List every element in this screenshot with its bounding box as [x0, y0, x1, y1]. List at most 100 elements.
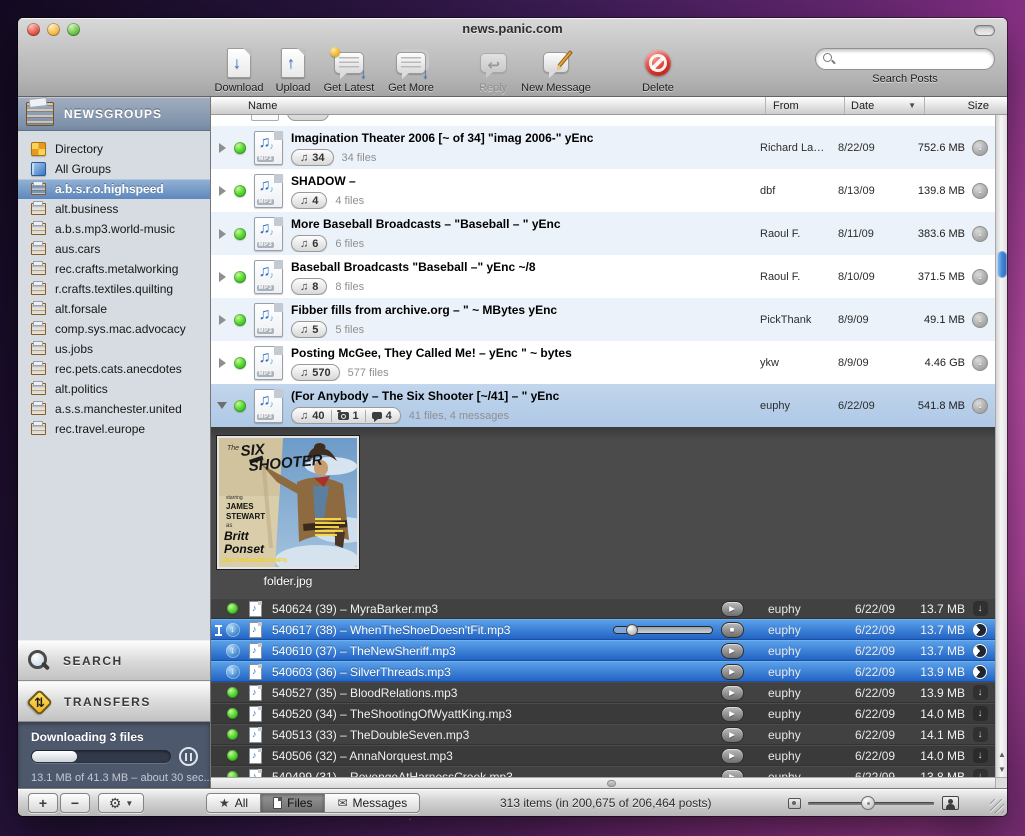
folder-jpg-thumbnail[interactable]: The SIX SHOOTER starring JAMES STEWART a… [217, 436, 359, 569]
attachment-count-badge[interactable]: ♫40 1 4 [291, 407, 401, 424]
add-button[interactable]: + [28, 793, 58, 813]
sidebar-newsgroup-item[interactable]: Directory [18, 139, 210, 159]
play-button[interactable]: ▶ [721, 685, 744, 701]
horizontal-scrollbar[interactable] [211, 777, 995, 788]
scroll-down-button[interactable]: ▼ [996, 762, 1007, 777]
file-row[interactable]: ↓ ♪ 540624 (39) – MyraBarker.mp3 ▶ ■ eup… [211, 598, 995, 619]
attachment-count-badge[interactable]: ♫8 [291, 278, 327, 295]
sidebar-newsgroup-item[interactable]: alt.politics [18, 379, 210, 399]
attachment-count-badge[interactable]: ♫5 [291, 321, 327, 338]
download-file-icon[interactable]: ↓ [973, 727, 988, 742]
column-header-name[interactable]: Name [211, 100, 765, 112]
play-button[interactable]: ▶ [721, 664, 744, 680]
attachment-count-badge[interactable]: ♫570 [291, 364, 340, 381]
download-file-icon[interactable]: ↓ [973, 601, 988, 616]
disclosure-triangle-icon[interactable] [215, 358, 229, 368]
post-row[interactable]: ♫♪MP3 More Baseball Broadcasts – "Baseba… [211, 212, 995, 255]
sidebar-newsgroup-item[interactable]: us.jobs [18, 339, 210, 359]
attachment-count-badge[interactable]: ♫4 [291, 192, 327, 209]
sidebar-newsgroup-item[interactable]: r.crafts.textiles.quilting [18, 279, 210, 299]
play-button[interactable]: ▶ [721, 727, 744, 743]
sidebar-newsgroup-item[interactable]: rec.crafts.metalworking [18, 259, 210, 279]
horizontal-scrollbar-thumb[interactable] [607, 780, 616, 787]
download-post-button[interactable]: ↓ [972, 226, 988, 242]
file-row[interactable]: ↓ ♪ 540617 (38) – WhenTheShoeDoesn'tFit.… [211, 619, 995, 640]
download-post-button[interactable]: ↓ [972, 183, 988, 199]
download-post-button[interactable]: ↓ [972, 398, 988, 414]
post-row[interactable]: ♫♪MP3 Imagination Theater 2006 [~ of 34]… [211, 126, 995, 169]
sidebar-newsgroup-item[interactable]: a.b.s.r.o.highspeed [18, 179, 210, 199]
search-posts-input[interactable] [840, 50, 988, 68]
segment-files[interactable]: Files [260, 794, 324, 812]
play-button[interactable]: ▶ [721, 643, 744, 659]
sidebar-newsgroup-item[interactable]: aus.cars [18, 239, 210, 259]
sidebar-newsgroup-item[interactable]: rec.travel.europe [18, 419, 210, 439]
sidebar-newsgroup-item[interactable]: comp.sys.mac.advocacy [18, 319, 210, 339]
newsgroups-header[interactable]: NEWSGROUPS [18, 97, 210, 131]
download-file-icon[interactable]: ↓ [973, 685, 988, 700]
download-post-button[interactable]: ↓ [972, 355, 988, 371]
download-post-button[interactable]: ↓ [972, 140, 988, 156]
download-button[interactable]: ↓ Download [210, 45, 268, 94]
playback-slider-knob[interactable] [626, 624, 638, 636]
file-row[interactable]: ↓ ♪ 540610 (37) – TheNewSheriff.mp3 ▶ ■ … [211, 640, 995, 661]
download-post-button[interactable]: ↓ [972, 312, 988, 328]
action-menu-button[interactable]: ⚙▼ [98, 793, 144, 813]
sidebar-newsgroup-item[interactable]: alt.business [18, 199, 210, 219]
post-row[interactable]: ♫♪MP3 Baseball Broadcasts "Baseball –" y… [211, 255, 995, 298]
file-row[interactable]: ↓ ♪ 540506 (32) – AnnaNorquest.mp3 ▶ ■ e… [211, 745, 995, 766]
disclosure-triangle-icon[interactable] [215, 315, 229, 325]
play-button[interactable]: ▶ [721, 601, 744, 617]
upload-button[interactable]: ↑ Upload [268, 45, 318, 94]
sidebar-section-search[interactable]: SEARCH [18, 640, 210, 681]
segment-all[interactable]: ★ All [207, 794, 260, 812]
thumbnail-size-slider-knob[interactable] [861, 796, 875, 810]
attachment-count-badge[interactable]: ♫6 [291, 235, 327, 252]
title-bar[interactable]: news.panic.com [18, 18, 1007, 40]
playback-slider[interactable] [613, 626, 713, 634]
attachment-count-badge[interactable]: ♫34 [291, 149, 334, 166]
play-button[interactable]: ▶ [721, 706, 744, 722]
pause-transfers-button[interactable] [179, 747, 198, 766]
file-row[interactable]: ↓ ♪ 540520 (34) – TheShootingOfWyattKing… [211, 703, 995, 724]
download-file-icon[interactable]: ↓ [973, 706, 988, 721]
sidebar-newsgroup-item[interactable]: a.s.s.manchester.united [18, 399, 210, 419]
sidebar-newsgroup-item[interactable]: alt.forsale [18, 299, 210, 319]
disclosure-triangle-icon[interactable] [215, 186, 229, 196]
column-header-from[interactable]: From [765, 97, 844, 114]
post-row[interactable]: ♫♪MP3 Posting McGee, They Called Me! – y… [211, 341, 995, 384]
window-resize-grip[interactable] [990, 799, 1004, 813]
disclosure-triangle-icon[interactable] [215, 272, 229, 282]
sidebar-newsgroup-item[interactable]: All Groups [18, 159, 210, 179]
sidebar-newsgroup-item[interactable]: a.b.s.mp3.world-music [18, 219, 210, 239]
vertical-scrollbar-thumb[interactable] [997, 251, 1007, 278]
file-row[interactable]: ↓ ♪ 540513 (33) – TheDoubleSeven.mp3 ▶ ■… [211, 724, 995, 745]
segment-messages[interactable]: ✉ Messages [324, 794, 419, 812]
post-row-partial[interactable] [211, 115, 995, 126]
post-row[interactable]: ♫♪MP3 (For Anybody – The Six Shooter [~/… [211, 384, 995, 427]
download-post-button[interactable]: ↓ [972, 269, 988, 285]
get-more-button[interactable]: ↓ Get More [380, 45, 442, 94]
remove-button[interactable]: − [60, 793, 90, 813]
sidebar-section-transfers[interactable]: ⇅ TRANSFERS [18, 681, 210, 722]
delete-button[interactable]: Delete [630, 45, 686, 94]
reply-button[interactable]: ↩ Reply [468, 45, 518, 94]
stop-button[interactable]: ■ [721, 622, 744, 638]
disclosure-triangle-icon[interactable] [215, 229, 229, 239]
file-row[interactable]: ↓ ♪ 540603 (36) – SilverThreads.mp3 ▶ ■ … [211, 661, 995, 682]
new-message-button[interactable]: New Message [518, 45, 594, 94]
disclosure-triangle-icon[interactable] [215, 402, 229, 409]
file-row[interactable]: ↓ ♪ 540527 (35) – BloodRelations.mp3 ▶ ■… [211, 682, 995, 703]
download-file-icon[interactable]: ↓ [973, 748, 988, 763]
disclosure-triangle-icon[interactable] [215, 143, 229, 153]
post-row[interactable]: ♫♪MP3 SHADOW – ♫4 4 files dbf 8/13/09 13… [211, 169, 995, 212]
scroll-up-button[interactable]: ▲ [996, 747, 1007, 762]
vertical-scrollbar[interactable]: ▲ ▼ [995, 115, 1007, 777]
post-row[interactable]: ♫♪MP3 Fibber fills from archive.org – " … [211, 298, 995, 341]
get-latest-button[interactable]: ↓ Get Latest [318, 45, 380, 94]
sidebar-newsgroup-item[interactable]: rec.pets.cats.anecdotes [18, 359, 210, 379]
search-field[interactable] [815, 48, 995, 70]
toolbar-toggle-button[interactable] [974, 25, 995, 36]
play-button[interactable]: ▶ [721, 748, 744, 764]
column-header-date[interactable]: Date▼ [844, 97, 924, 114]
